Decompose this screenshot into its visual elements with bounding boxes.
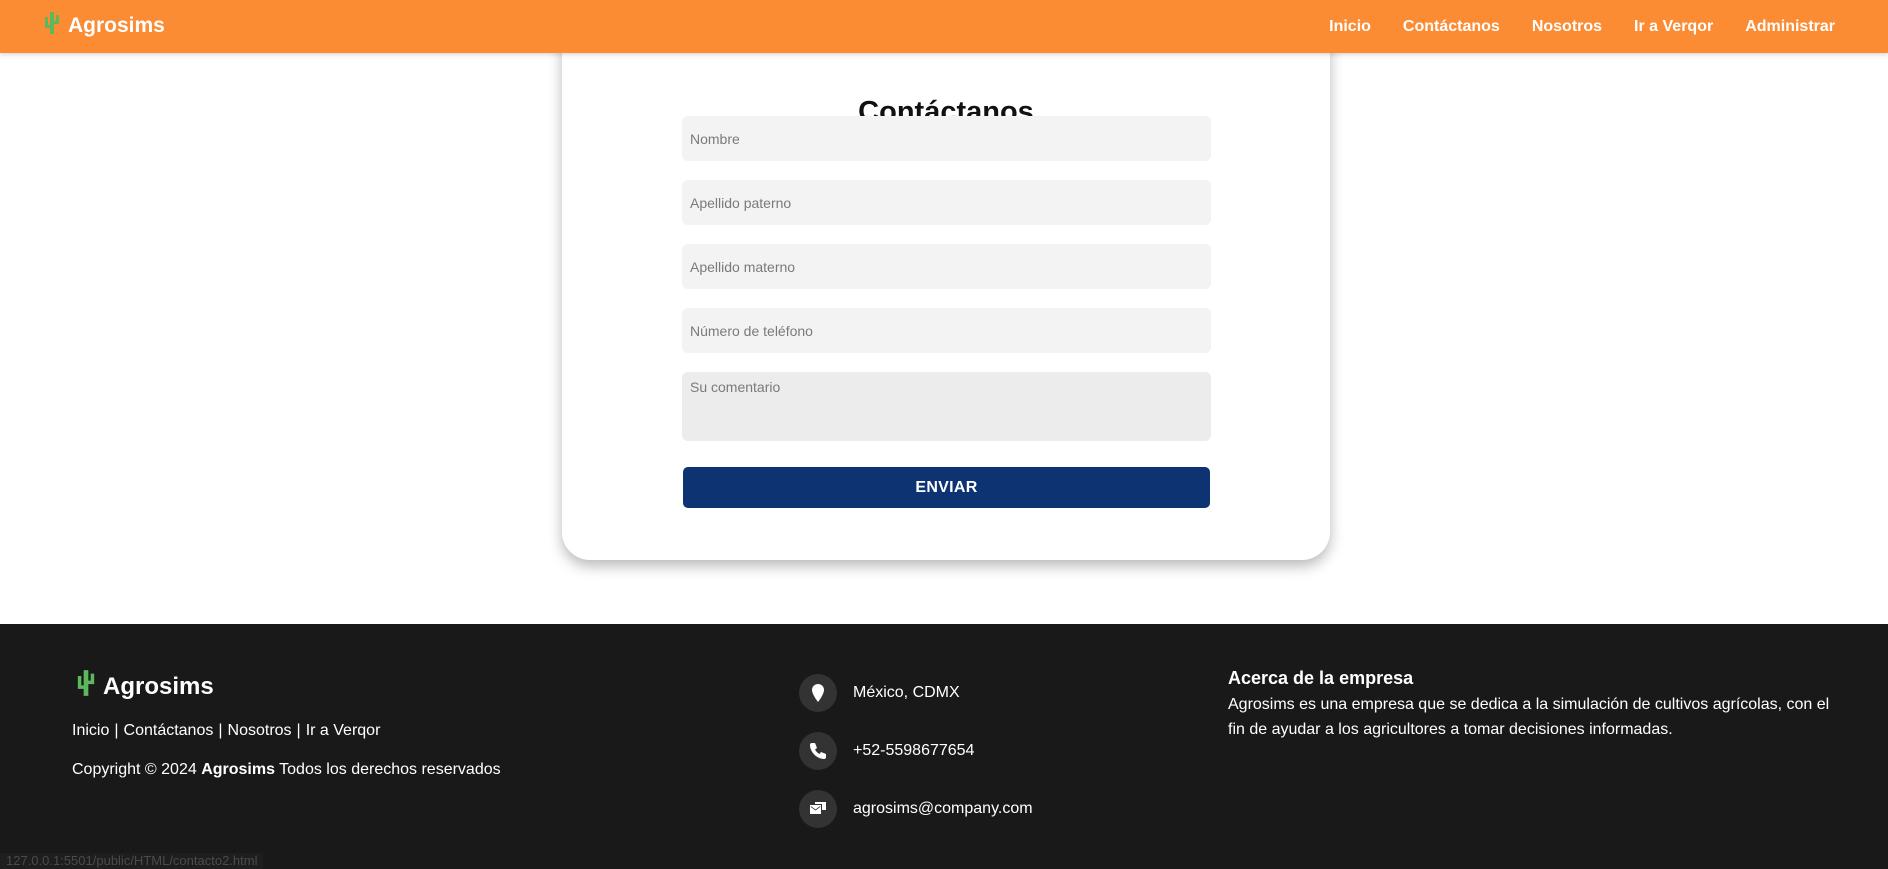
navbar-brand-label: Agrosims	[68, 14, 165, 37]
page: Agrosims Inicio Contáctanos Nosotros Ir …	[0, 0, 1888, 869]
navbar: Agrosims Inicio Contáctanos Nosotros Ir …	[0, 0, 1888, 53]
nav-link-administrar[interactable]: Administrar	[1745, 18, 1835, 36]
footer-brand: Agrosims	[74, 669, 214, 704]
footer-link-separator: |	[296, 722, 301, 739]
about-text: Agrosims es una empresa que se dedica a …	[1228, 696, 1830, 738]
footer-link-ir-a-verqor[interactable]: Ir a Verqor	[306, 722, 381, 740]
enviar-button[interactable]: ENVIAR	[683, 467, 1210, 508]
footer: Agrosims Inicio | Contáctanos | Nosotros…	[0, 624, 1888, 869]
nav-link-ir-a-verqor[interactable]: Ir a Verqor	[1634, 18, 1713, 36]
email-text[interactable]: agrosims@company.com	[853, 800, 1033, 818]
footer-link-separator: |	[114, 722, 119, 739]
footer-links: Inicio | Contáctanos | Nosotros | Ir a V…	[72, 722, 380, 740]
nav-link-inicio[interactable]: Inicio	[1329, 18, 1371, 36]
copyright-suffix: Todos los derechos reservados	[279, 761, 501, 778]
copyright-prefix: Copyright © 2024	[72, 761, 197, 778]
navbar-brand[interactable]: Agrosims	[42, 11, 165, 41]
contact-card: Contáctanos ENVIAR	[562, 30, 1330, 560]
nav-link-contactanos[interactable]: Contáctanos	[1403, 18, 1500, 36]
nav-links: Inicio Contáctanos Nosotros Ir a Verqor …	[1329, 0, 1835, 53]
footer-link-nosotros[interactable]: Nosotros	[228, 722, 292, 740]
footer-link-contactanos[interactable]: Contáctanos	[124, 722, 214, 740]
apellido-materno-field[interactable]	[682, 244, 1211, 289]
phone-icon	[799, 732, 837, 770]
email-icon	[799, 790, 837, 828]
comentario-field[interactable]	[682, 372, 1211, 441]
cactus-icon	[42, 11, 62, 41]
location-text: México, CDMX	[853, 684, 960, 701]
footer-brand-label: Agrosims	[103, 672, 214, 700]
contact-email: agrosims@company.com	[799, 790, 1033, 828]
copyright: Copyright © 2024 Agrosims Todos los dere…	[72, 761, 501, 779]
nombre-field[interactable]	[682, 116, 1211, 161]
footer-link-separator: |	[218, 722, 223, 739]
contact-location: México, CDMX	[799, 674, 960, 712]
about-title: Acerca de la empresa	[1228, 668, 1414, 688]
apellido-paterno-field[interactable]	[682, 180, 1211, 225]
phone-text: +52-5598677654	[853, 742, 975, 759]
cactus-icon	[74, 669, 98, 704]
footer-link-inicio[interactable]: Inicio	[72, 722, 109, 740]
telefono-field[interactable]	[682, 308, 1211, 353]
contact-phone: +52-5598677654	[799, 732, 974, 770]
status-bar-url: 127.0.0.1:5501/public/HTML/contacto2.htm…	[0, 853, 264, 869]
nav-link-nosotros[interactable]: Nosotros	[1532, 18, 1602, 36]
copyright-brand: Agrosims	[201, 761, 275, 778]
location-pin-icon	[799, 674, 837, 712]
